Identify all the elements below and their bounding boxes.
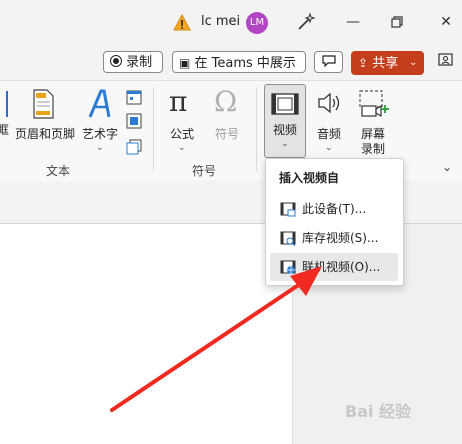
- comment-icon: [321, 55, 336, 68]
- restore-icon[interactable]: [391, 16, 403, 28]
- screen-recording-label-line1: 屏幕: [360, 127, 385, 141]
- wordart-icon: [88, 89, 111, 118]
- present-in-teams-button[interactable]: ▣ 在 Teams 中展示: [172, 51, 306, 73]
- date-time-icon[interactable]: [126, 89, 142, 105]
- watermark: Bai 经验: [345, 402, 412, 421]
- screen-recording-label-line2: 录制: [360, 142, 385, 156]
- textbox-icon: [0, 91, 8, 117]
- menu-item-online-video[interactable]: 联机视频(O)...: [270, 253, 398, 281]
- minimize-icon[interactable]: —: [343, 12, 363, 32]
- video-button[interactable]: 视频 ⌄: [264, 84, 306, 158]
- textbox-label[interactable]: 眶: [0, 123, 9, 138]
- symbol-label: 符号: [214, 127, 239, 141]
- insert-video-menu: 插入视频自 此设备(T)... 库存视频(S)... 联机视频(O)...: [265, 158, 404, 286]
- designer-wand-icon[interactable]: [296, 12, 316, 32]
- record-label: 录制: [126, 55, 153, 70]
- speaker-icon: [318, 92, 340, 114]
- warning-icon[interactable]: [173, 14, 191, 32]
- header-footer-icon: [33, 89, 54, 119]
- menu-item-label: 此设备(T)...: [302, 202, 367, 216]
- menu-item-this-device[interactable]: 此设备(T)...: [270, 195, 398, 223]
- comments-button[interactable]: [314, 51, 343, 73]
- share-icon: ⇪: [358, 56, 369, 70]
- menu-item-label: 库存视频(S)...: [302, 231, 379, 245]
- teams-icon: ▣: [179, 56, 191, 70]
- audio-label: 音频: [316, 127, 341, 141]
- audio-chevron-icon: ⌄: [325, 143, 333, 153]
- avatar[interactable]: LM: [246, 12, 268, 34]
- record-icon: [110, 55, 122, 67]
- wordart-chevron-icon: ⌄: [96, 143, 104, 153]
- pi-icon: π: [169, 85, 188, 118]
- video-film-icon: [271, 93, 299, 115]
- omega-icon: Ω: [214, 85, 238, 118]
- equation-button[interactable]: π 公式 ⌄: [160, 85, 204, 159]
- equation-label: 公式: [169, 127, 194, 141]
- online-video-icon: [280, 260, 296, 274]
- menu-title: 插入视频自: [279, 171, 340, 185]
- close-icon[interactable]: ✕: [436, 12, 456, 32]
- ribbon-collapse-chevron-icon[interactable]: ⌄: [442, 160, 452, 174]
- record-button[interactable]: 录制: [103, 51, 163, 73]
- wordart-label: 艺术字: [81, 127, 118, 141]
- equation-chevron-icon: ⌄: [178, 143, 186, 153]
- teams-label: 在 Teams 中展示: [194, 56, 296, 71]
- video-chevron-icon: ⌄: [281, 139, 289, 149]
- header-footer-button[interactable]: 页眉和页脚: [14, 87, 76, 157]
- wordart-button[interactable]: 艺术字 ⌄: [79, 87, 121, 159]
- share-button[interactable]: ⇪ 共享 ⌄: [351, 51, 424, 75]
- audio-button[interactable]: 音频 ⌄: [309, 87, 349, 159]
- menu-item-stock-videos[interactable]: 库存视频(S)...: [270, 224, 398, 252]
- symbols-group-label: 符号: [192, 164, 217, 178]
- user-name[interactable]: lc mei: [201, 14, 240, 29]
- object-icon[interactable]: [126, 139, 142, 155]
- video-label: 视频: [272, 123, 297, 137]
- share-dropdown-chevron-icon[interactable]: ⌄: [409, 51, 417, 75]
- slide-canvas[interactable]: [0, 224, 292, 444]
- text-group-label: 文本: [46, 164, 71, 178]
- title-bar: lc mei LM — ✕: [0, 0, 462, 46]
- screen-recording-icon: [359, 90, 389, 118]
- header-footer-label: 页眉和页脚: [14, 127, 75, 141]
- screen-recording-button[interactable]: 屏幕 录制: [352, 87, 394, 167]
- stock-video-icon: [280, 231, 296, 246]
- group-divider: [153, 87, 154, 171]
- people-feedback-icon[interactable]: [437, 52, 455, 70]
- share-label: 共享: [372, 56, 399, 71]
- symbol-button[interactable]: Ω 符号: [205, 85, 249, 159]
- slide-number-icon[interactable]: [126, 113, 142, 129]
- device-video-icon: [280, 202, 296, 217]
- menu-item-label: 联机视频(O)...: [302, 260, 381, 274]
- group-divider: [256, 87, 257, 171]
